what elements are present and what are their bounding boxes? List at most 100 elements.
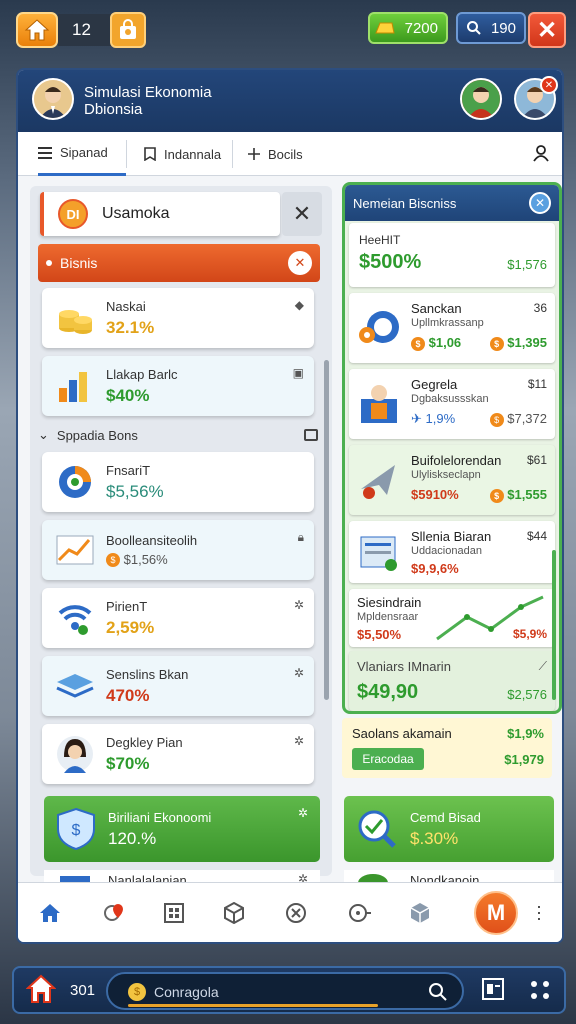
card-name: Saolans akamain: [352, 726, 452, 741]
document-icon: [360, 536, 397, 571]
gold-counter[interactable]: 7200: [368, 12, 448, 44]
detail-name: Buifolelorendan: [411, 453, 502, 468]
detail-card-5[interactable]: Sllenia Biaran $44 Uddacionadan $9,9,6%: [349, 521, 555, 583]
eracodaa-button[interactable]: Eracodaa: [352, 748, 424, 770]
tab-indannala[interactable]: Indannala: [144, 132, 240, 176]
box-icon: [410, 903, 430, 923]
detail-v1: $5910%: [411, 487, 459, 502]
detail-number: $44: [526, 529, 547, 543]
home-red-icon: [25, 974, 57, 1003]
detail-card-3[interactable]: Gegrela $11 Dgbaksussskan ✈ 1,9% $ $7,37…: [349, 369, 555, 439]
business-card-senslins[interactable]: Senslins Bkan 470% ✲: [42, 656, 314, 716]
edit-icon[interactable]: ⟋: [539, 659, 547, 674]
saolans-card[interactable]: Saolans akamain $1,9% Eracodaa $1,979: [342, 718, 552, 778]
sparkle-icon: ✲: [293, 734, 304, 748]
search-field[interactable]: DI Usamoka: [40, 192, 280, 236]
detail-name: HeeHIT: [359, 233, 401, 247]
detail-card-2[interactable]: Sanckan 36 Upllmkrassanp $ $1,06 $ $1,39…: [349, 293, 555, 363]
right-scrollbar[interactable]: [552, 550, 556, 700]
gems-value: 190: [490, 19, 516, 37]
detail-sub: Mpldensraar: [357, 611, 419, 623]
business-list-panel: DI Usamoka ✕ Bisnis ✕ Naskai 32.1% ◆ Llak…: [30, 186, 332, 876]
detail-sub: Ulyliskseclapn: [411, 469, 481, 481]
lock-icon: 🔒︎: [297, 530, 304, 544]
gears-icon: [359, 311, 399, 343]
coin-icon: $: [489, 488, 504, 503]
tab-label: Bocils: [268, 146, 303, 162]
card-v1: $1,9%: [507, 726, 544, 741]
detail-number: $11: [527, 377, 547, 391]
shop-button[interactable]: [110, 12, 146, 48]
trend-chart-icon: [54, 529, 96, 571]
business-card-fnsarit[interactable]: FnsariT $5,56%: [42, 452, 314, 512]
tab-sipanad[interactable]: Sipanad: [38, 132, 126, 176]
section-header[interactable]: ⌄ Sppadia Bons: [38, 424, 318, 446]
search-close-button[interactable]: ✕: [282, 192, 322, 236]
promo-card-ekonomi[interactable]: $ Biriliani Ekonoomi 120.% ✲: [44, 796, 320, 862]
bar-chart-icon: [54, 365, 96, 407]
detail-v1: $5,50%: [357, 627, 402, 642]
detail-card-4[interactable]: Buifolelorendan $61 Ulyliskseclapn $5910…: [349, 445, 555, 515]
tab-label: Indannala: [164, 146, 222, 162]
business-detail-panel: Nemeian Biscniss ✕ HeeHIT $500% $1,576 S…: [342, 182, 562, 714]
notification-close-icon[interactable]: ✕: [540, 76, 558, 94]
shop-bag-icon: [120, 19, 136, 39]
left-scrollbar[interactable]: [324, 360, 329, 700]
detail-name: Vlaniars IMnarin: [357, 659, 451, 674]
detail-card-6[interactable]: Siesindrain Mpldensraar $5,50% $5,9%: [349, 589, 555, 647]
home-bottom-button[interactable]: [25, 974, 57, 1009]
close-button[interactable]: ✕: [528, 12, 566, 48]
card-name: PirienT: [106, 598, 148, 614]
business-card-boolleans[interactable]: Boolleansiteolih $ $1,56% 🔒︎: [42, 520, 314, 580]
bottom-nav: M · · ·: [18, 882, 562, 942]
nav-box[interactable]: [408, 901, 432, 925]
search-counter[interactable]: 190: [456, 12, 526, 44]
business-card-pirient[interactable]: PirienT 2,59% ✲: [42, 588, 314, 648]
nav-refresh[interactable]: [348, 901, 372, 925]
refresh-icon: [349, 904, 371, 922]
more-vert-icon[interactable]: · · ·: [536, 897, 542, 927]
user-icon: [533, 145, 549, 162]
coin-icon: $: [489, 336, 504, 351]
chevron-down-icon: ⌄: [38, 427, 49, 442]
bisnis-close-icon[interactable]: ✕: [288, 251, 312, 275]
detail-close-icon[interactable]: ✕: [529, 192, 551, 214]
bisnis-label: Bisnis: [60, 255, 98, 271]
friend-avatar-1[interactable]: [460, 78, 502, 120]
nav-grid[interactable]: [162, 901, 186, 925]
detail-header: Nemeian Biscniss ✕: [345, 185, 559, 221]
nav-home[interactable]: [38, 901, 62, 925]
map-pin-icon: [104, 904, 123, 921]
detail-side-value: $1,576: [507, 257, 547, 272]
m-action-button[interactable]: M: [474, 891, 518, 935]
business-card-degkley[interactable]: Degkley Pian $70% ✲: [42, 724, 314, 784]
calendar-icon: ▣: [292, 366, 304, 380]
detail-card-7[interactable]: Vlaniars IMnarin ⟋ $49,90 $2,576: [349, 651, 555, 711]
layers-icon: [54, 665, 96, 707]
nav-close[interactable]: [284, 901, 308, 925]
detail-card-1[interactable]: HeeHIT $500% $1,576: [349, 223, 555, 287]
profile-button[interactable]: [532, 144, 550, 167]
apps-button[interactable]: [530, 980, 550, 1005]
user-avatar[interactable]: [32, 78, 74, 120]
business-card-naskai[interactable]: Naskai 32.1% ◆: [42, 288, 314, 348]
coin-icon: $: [128, 983, 146, 1001]
card-value: $40%: [106, 385, 150, 405]
promo-card-cemd[interactable]: Cemd Bisad $.30%: [344, 796, 554, 862]
nav-map[interactable]: [102, 901, 126, 925]
business-card-llakap[interactable]: Llakap Barlc $40% ▣: [42, 356, 314, 416]
clipboard-icon: [482, 978, 504, 1000]
detail-value: $49,90: [357, 681, 419, 703]
progress-underline: [128, 1004, 378, 1007]
tasks-button[interactable]: [480, 976, 506, 1007]
bottom-search-field[interactable]: $ Conragola: [106, 972, 464, 1010]
detail-name: Sanckan: [411, 301, 462, 316]
bisnis-bar[interactable]: Bisnis ✕: [38, 244, 320, 282]
tab-bocils[interactable]: Bocils: [248, 132, 338, 176]
card-name: Llakap Barlc: [106, 366, 178, 382]
nav-cube[interactable]: [222, 901, 246, 925]
detail-v2: $5,9%: [512, 627, 547, 641]
card-value: 2,59%: [106, 617, 155, 637]
home-button[interactable]: [16, 12, 58, 48]
card-value-text: $1,56%: [123, 551, 168, 567]
